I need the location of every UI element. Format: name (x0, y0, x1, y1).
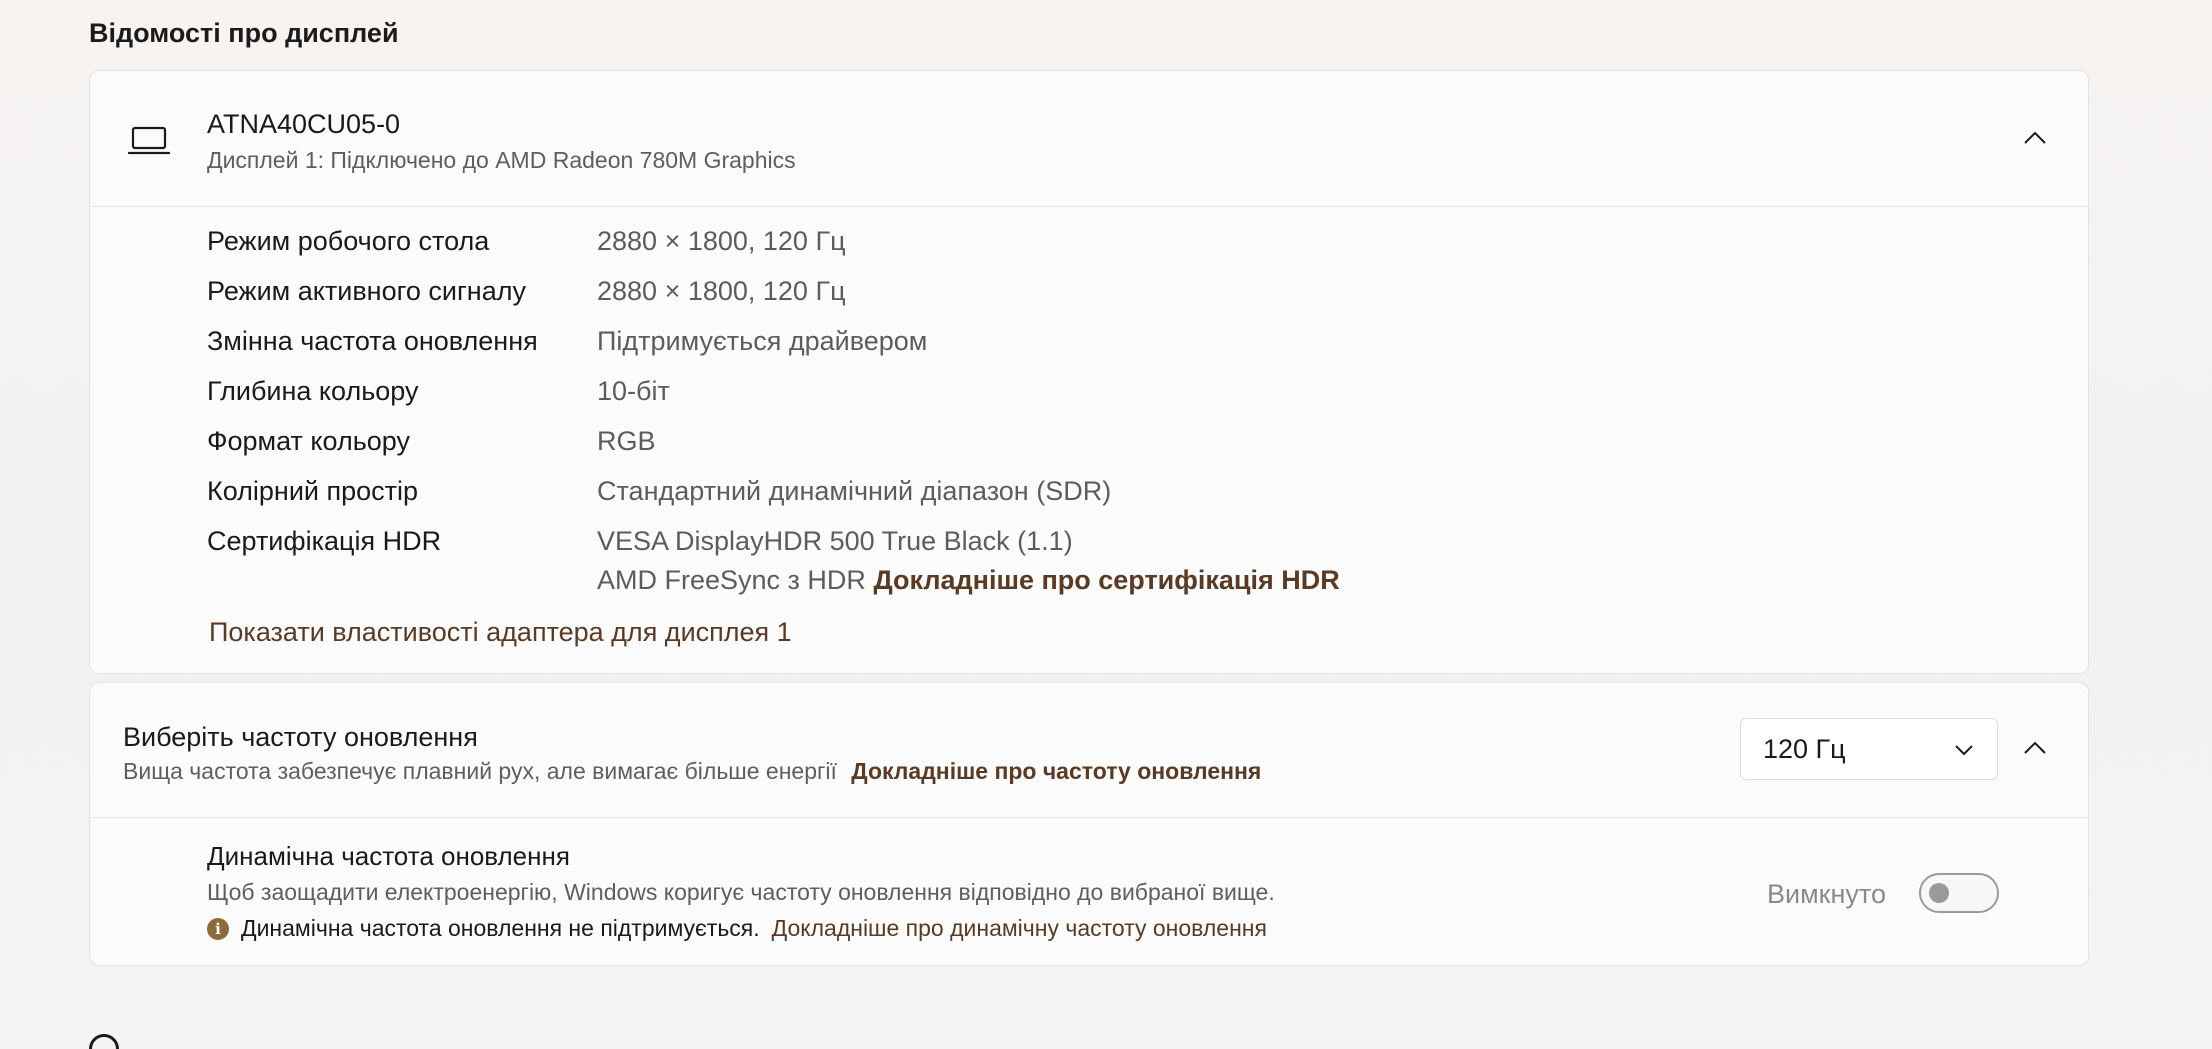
property-value: RGB (597, 426, 656, 456)
cut-off-link-row[interactable] (89, 1034, 119, 1049)
dynamic-refresh-note-text: Динамічна частота оновлення не підтримує… (241, 915, 760, 941)
hdr-values: VESA DisplayHDR 500 True Black (1.1) AMD… (597, 526, 1340, 596)
collapse-refresh-button[interactable] (2020, 733, 2050, 763)
chevron-up-icon (2024, 741, 2046, 754)
hdr-learn-more-link[interactable]: Докладніше про сертифікація HDR (873, 565, 1339, 595)
refresh-title: Виберіть частоту оновлення (123, 722, 478, 752)
property-value: 10-біт (597, 376, 670, 406)
chevron-up-icon (2024, 131, 2046, 144)
refresh-rate-value: 120 Гц (1763, 734, 1846, 764)
property-value: 2880 × 1800, 120 Гц (597, 226, 846, 256)
dynamic-refresh-title: Динамічна частота оновлення (207, 841, 570, 871)
property-label: Режим активного сигналу (207, 276, 526, 306)
display-header[interactable]: ATNA40CU05-0 Дисплей 1: Підключено до AM… (90, 71, 2088, 207)
display-name: ATNA40CU05-0 (207, 109, 401, 139)
collapse-display-button[interactable] (2020, 123, 2050, 153)
property-value: Стандартний динамічний діапазон (SDR) (597, 476, 1112, 506)
section-title: Відомості про дисплей (89, 18, 399, 48)
refresh-header[interactable]: Виберіть частоту оновлення Вища частота … (90, 683, 2088, 818)
refresh-rate-dropdown[interactable]: 120 Гц (1740, 718, 1998, 780)
refresh-subtitle-wrap: Вища частота забезпечує плавний рух, але… (123, 758, 1261, 785)
help-icon (89, 1034, 119, 1049)
refresh-subtitle: Вища частота забезпечує плавний рух, але… (123, 758, 837, 784)
adapter-properties-link[interactable]: Показати властивості адаптера для диспле… (209, 617, 792, 648)
dynamic-refresh-note: i Динамічна частота оновлення не підтрим… (207, 915, 1267, 942)
refresh-rate-card: Виберіть частоту оновлення Вища частота … (89, 682, 2089, 966)
display-subtitle: Дисплей 1: Підключено до AMD Radeon 780M… (207, 147, 796, 173)
property-label: Сертифікація HDR (207, 526, 442, 556)
property-label: Змінна частота оновлення (207, 326, 538, 356)
toggle-knob (1929, 883, 1949, 903)
property-label: Глибина кольору (207, 376, 419, 406)
dynamic-refresh-subtitle: Щоб заощадити електроенергію, Windows ко… (207, 879, 1275, 905)
property-value: 2880 × 1800, 120 Гц (597, 276, 846, 306)
info-icon: i (207, 917, 229, 940)
dynamic-refresh-toggle[interactable] (1919, 873, 1999, 913)
dynamic-refresh-learn-more-link[interactable]: Докладніше про динамічну частоту оновлен… (772, 915, 1267, 942)
hdr-line2-wrap: AMD FreeSync з HDR Докладніше про сертиф… (597, 565, 1340, 596)
property-label: Режим робочого стола (207, 226, 490, 256)
property-label: Колірний простір (207, 476, 419, 506)
toggle-state-label: Вимкнуто (1767, 879, 1886, 909)
chevron-down-icon (1955, 745, 1973, 756)
property-value: Підтримується драйвером (597, 326, 928, 356)
refresh-learn-more-link[interactable]: Докладніше про частоту оновлення (851, 758, 1261, 784)
hdr-line1: VESA DisplayHDR 500 True Black (1.1) (597, 526, 1073, 556)
laptop-icon (128, 126, 170, 155)
property-label: Формат кольору (207, 426, 411, 456)
display-info-card: ATNA40CU05-0 Дисплей 1: Підключено до AM… (89, 70, 2089, 674)
hdr-line2: AMD FreeSync з HDR (597, 565, 866, 595)
